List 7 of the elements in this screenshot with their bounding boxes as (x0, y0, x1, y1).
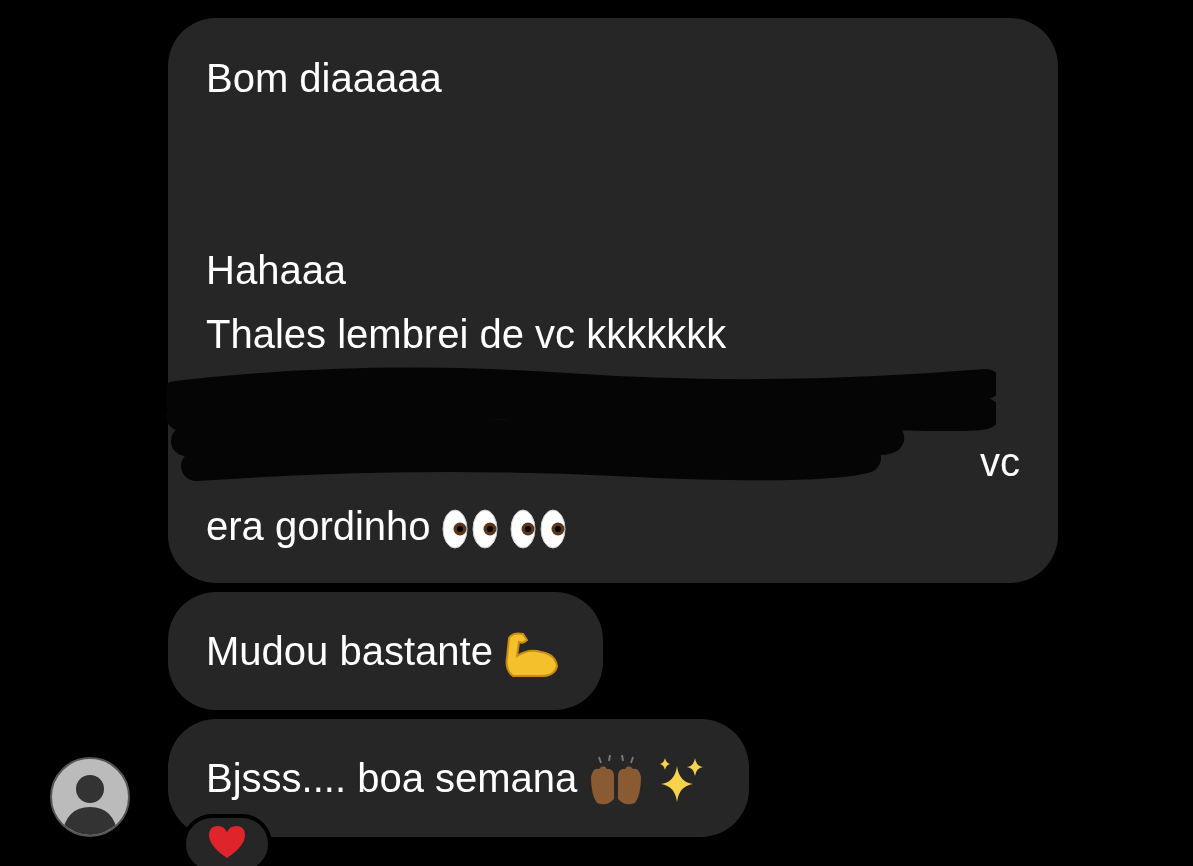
message-text: Bom diaaaaa (206, 56, 442, 100)
message-text: Thales lembrei de vc kkkkkkk (206, 312, 727, 356)
message-text: vc (980, 439, 1020, 486)
message-text: Mudou bastante (206, 629, 493, 673)
message-text: Hahaaa (206, 248, 347, 292)
message-text: Bjsss.... boa semana (206, 756, 578, 800)
message-text: era gordinho (206, 504, 431, 548)
